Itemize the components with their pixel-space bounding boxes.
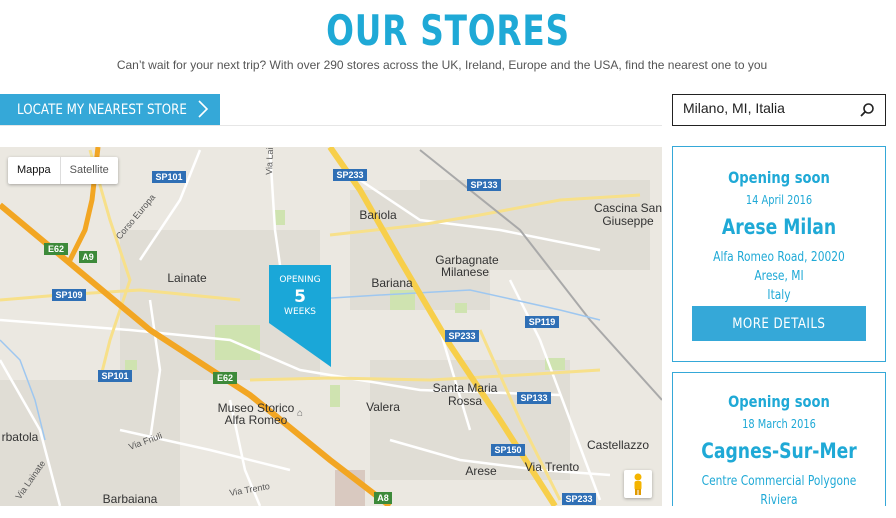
svg-text:SP150: SP150 bbox=[494, 445, 521, 455]
road-badge: SP119 bbox=[525, 316, 559, 328]
place-label: Rossa bbox=[448, 394, 482, 408]
road-badge: SP133 bbox=[517, 392, 551, 404]
pegman-icon bbox=[634, 473, 642, 495]
marker-line-1: OPENING bbox=[279, 275, 321, 285]
svg-text:SP109: SP109 bbox=[55, 290, 82, 300]
svg-text:E62: E62 bbox=[48, 244, 64, 254]
map-type-mappa[interactable]: Mappa bbox=[8, 157, 61, 184]
svg-text:SP101: SP101 bbox=[155, 172, 182, 182]
search-input[interactable] bbox=[683, 100, 851, 116]
road-badge: E62 bbox=[213, 372, 237, 384]
road-badge: SP233 bbox=[445, 330, 479, 342]
svg-text:SP101: SP101 bbox=[101, 371, 128, 381]
place-label: Barbaiana bbox=[103, 492, 158, 506]
store-name[interactable]: Cagnes-Sur-Mer bbox=[692, 439, 866, 463]
store-card: Opening soon 18 March 2016 Cagnes-Sur-Me… bbox=[672, 372, 886, 514]
marker-line-3: WEEKS bbox=[284, 307, 316, 317]
store-marker[interactable]: OPENING 5 WEEKS bbox=[269, 265, 331, 367]
store-status: Opening soon bbox=[728, 392, 830, 411]
svg-text:A9: A9 bbox=[82, 252, 94, 262]
place-label: rbatola bbox=[2, 430, 39, 444]
road-badge: A9 bbox=[79, 251, 97, 263]
locate-nearest-store-button[interactable]: LOCATE MY NEAREST STORE bbox=[0, 94, 220, 125]
place-label: Cascina San bbox=[594, 201, 662, 215]
store-status: Opening soon bbox=[728, 168, 830, 187]
store-date: 18 March 2016 bbox=[742, 417, 816, 431]
more-details-button[interactable]: MORE DETAILS bbox=[692, 306, 866, 341]
store-map[interactable]: SP101 SP233 SP133 A9 E62 SP109 SP101 E62… bbox=[0, 147, 662, 506]
svg-text:SP233: SP233 bbox=[336, 170, 363, 180]
svg-text:E62: E62 bbox=[217, 373, 233, 383]
map-type-satellite[interactable]: Satellite bbox=[61, 157, 118, 184]
street-label: Via Trento bbox=[229, 481, 271, 498]
place-label: Valera bbox=[366, 400, 400, 414]
address-line: Arese, MI bbox=[754, 269, 804, 284]
place-label: Lainate bbox=[167, 271, 207, 285]
svg-text:SP119: SP119 bbox=[529, 317, 556, 327]
place-label: Santa Maria bbox=[433, 381, 498, 395]
store-address: Alfa Romeo Road, 20020 Arese, MI Italy bbox=[673, 248, 885, 305]
map-type-toggle: Mappa Satellite bbox=[8, 157, 118, 184]
address-line: Italy bbox=[767, 288, 791, 303]
svg-text:A8: A8 bbox=[377, 493, 389, 503]
road-badge: SP150 bbox=[491, 444, 525, 456]
svg-text:SP233: SP233 bbox=[448, 331, 475, 341]
place-label: Milanese bbox=[441, 265, 489, 279]
map-canvas: SP101 SP233 SP133 A9 E62 SP109 SP101 E62… bbox=[0, 147, 662, 506]
place-label: Castellazzo bbox=[587, 438, 649, 452]
page-title: OUR STORES bbox=[326, 6, 570, 55]
place-label: Via Trento bbox=[525, 460, 580, 474]
store-card: Opening soon 14 April 2016 Arese Milan A… bbox=[672, 146, 886, 362]
place-label: Alfa Romeo bbox=[225, 413, 288, 427]
marker-line-2: 5 bbox=[294, 287, 306, 307]
road-badge: E62 bbox=[44, 243, 68, 255]
search-icon[interactable] bbox=[859, 102, 875, 118]
address-line: Centre Commercial Polygone bbox=[701, 474, 857, 489]
place-label: Giuseppe bbox=[602, 214, 654, 228]
more-details-label: MORE DETAILS bbox=[732, 315, 826, 332]
store-date: 14 April 2016 bbox=[745, 193, 813, 207]
address-line: Alfa Romeo Road, 20020 bbox=[713, 250, 845, 265]
svg-text:SP233: SP233 bbox=[565, 494, 592, 504]
museum-icon: ⌂ bbox=[297, 408, 303, 419]
place-label: Bariana bbox=[371, 276, 413, 290]
road-badge: SP101 bbox=[98, 370, 132, 382]
road-badge: SP233 bbox=[562, 493, 596, 505]
page-subtitle: Can’t wait for your next trip? With over… bbox=[116, 58, 768, 72]
chevron-right-icon bbox=[198, 100, 209, 118]
road-badge: SP133 bbox=[467, 179, 501, 191]
store-name[interactable]: Arese Milan bbox=[692, 215, 866, 239]
road-badge: A8 bbox=[374, 492, 392, 504]
footer-strip bbox=[0, 506, 896, 518]
road-badge: SP109 bbox=[52, 289, 86, 301]
street-label: Via Lai bbox=[264, 147, 275, 175]
road-badge: SP233 bbox=[333, 169, 367, 181]
place-label: Bariola bbox=[359, 208, 397, 222]
search-box[interactable] bbox=[672, 94, 886, 126]
store-address: Centre Commercial Polygone Riviera bbox=[673, 472, 885, 510]
svg-text:SP133: SP133 bbox=[520, 393, 547, 403]
divider bbox=[0, 125, 662, 126]
place-label: Arese bbox=[465, 464, 497, 478]
road-badge: SP101 bbox=[152, 171, 186, 183]
locate-button-label: LOCATE MY NEAREST STORE bbox=[17, 101, 187, 118]
street-view-pegman[interactable] bbox=[624, 470, 652, 498]
svg-text:SP133: SP133 bbox=[470, 180, 497, 190]
